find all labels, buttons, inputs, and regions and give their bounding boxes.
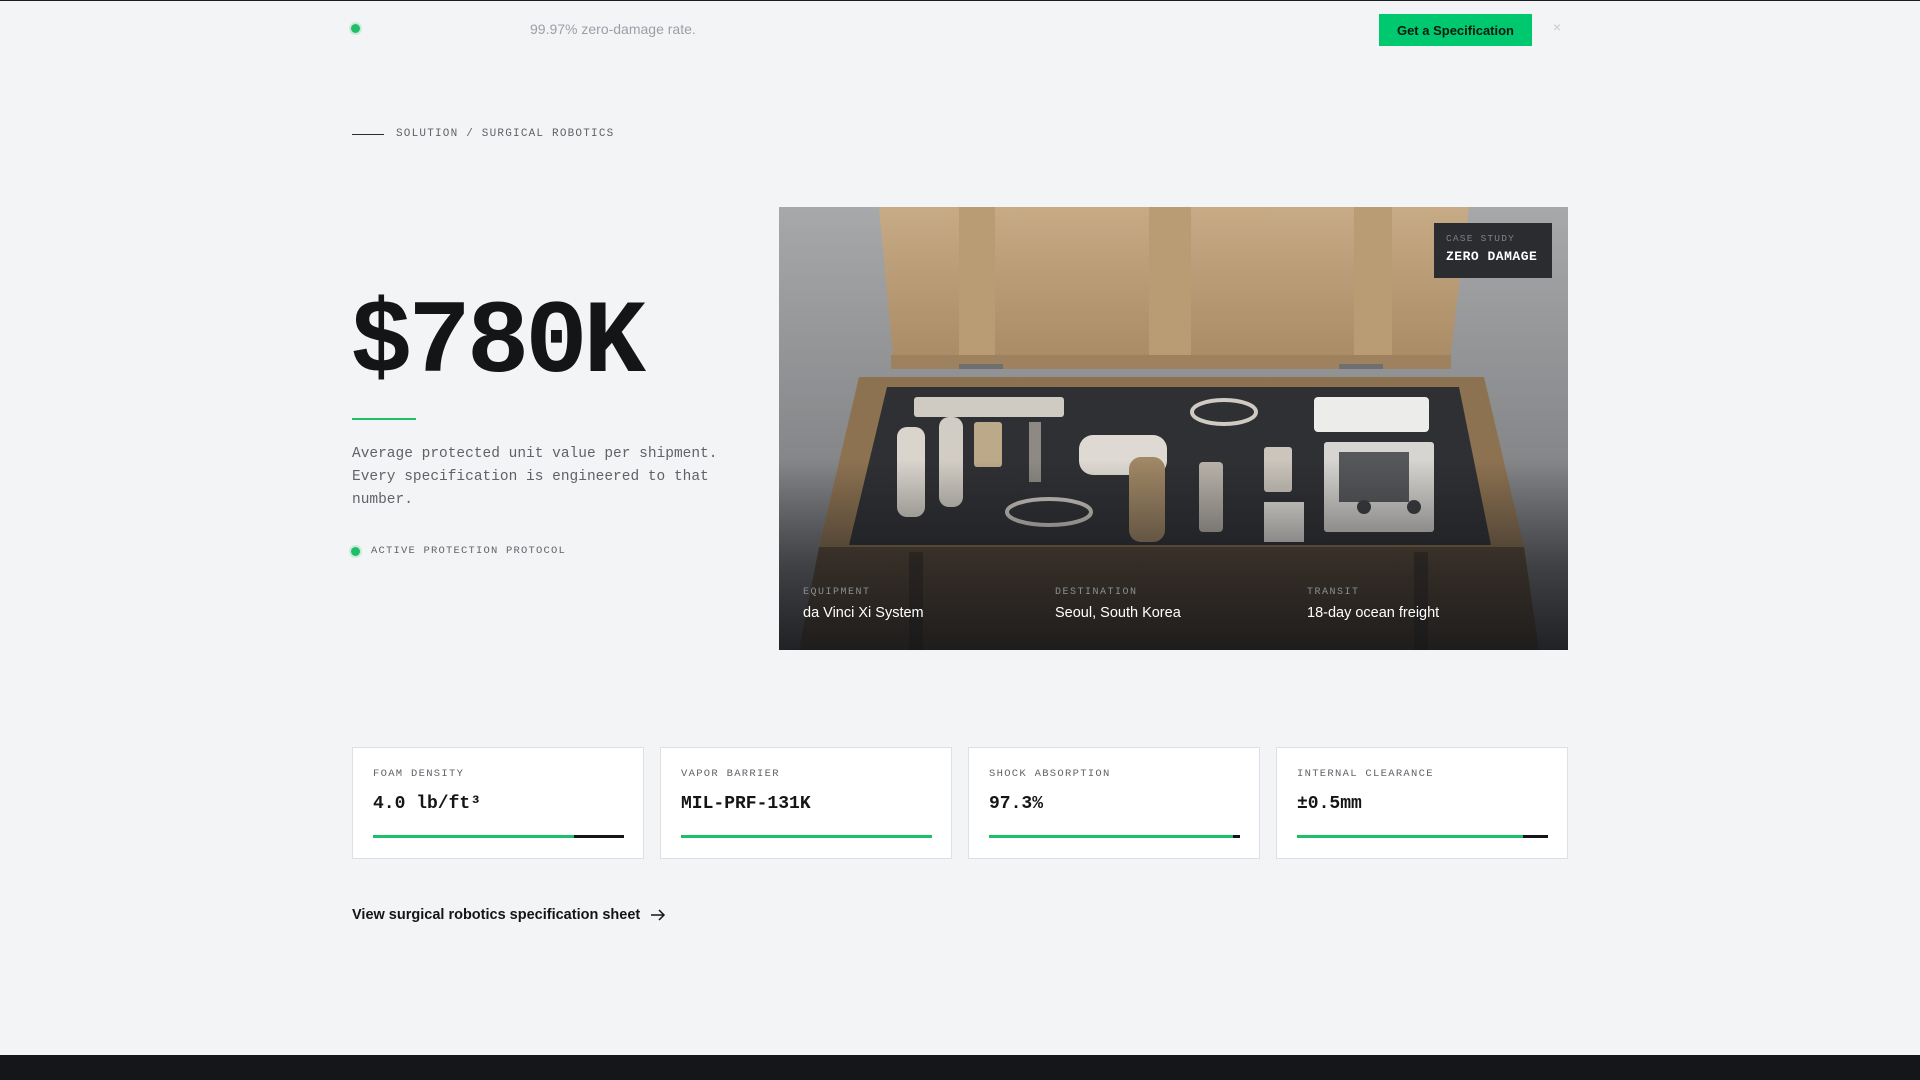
spec-progress-track [373, 835, 624, 838]
protection-status-label: ACTIVE PROTECTION PROTOCOL [371, 545, 567, 557]
spec-label: SHOCK ABSORPTION [989, 768, 1111, 780]
breadcrumb: SOLUTION / SURGICAL ROBOTICS [352, 128, 614, 140]
spec-progress-fill [681, 835, 932, 838]
spec-label: FOAM DENSITY [373, 768, 465, 780]
meta-equipment: EQUIPMENT da Vinci Xi System [803, 587, 1055, 621]
spec-card-vapor-barrier: VAPOR BARRIER MIL-PRF-131K [660, 747, 952, 859]
spec-progress-track [1297, 835, 1548, 838]
accent-divider [352, 418, 416, 420]
spec-card-shock-absorption: SHOCK ABSORPTION 97.3% [968, 747, 1260, 859]
spec-value: 97.3% [989, 794, 1044, 814]
spec-progress-fill [989, 835, 1234, 838]
spec-value: 4.0 lb/ft³ [373, 794, 482, 814]
badge-label: CASE STUDY [1446, 233, 1516, 244]
spec-progress-fill [1297, 835, 1523, 838]
hero-stat-description: Average protected unit value per shipmen… [352, 446, 718, 508]
spec-sheet-link-label: View surgical robotics specification she… [352, 907, 641, 923]
hero-stat-value: $780K [350, 285, 646, 403]
spec-progress-fill [373, 835, 574, 838]
meta-key: TRANSIT [1307, 587, 1360, 598]
case-study-meta: EQUIPMENT da Vinci Xi System DESTINATION… [803, 587, 1563, 621]
arrow-right-icon [651, 909, 666, 921]
image-gradient-overlay [779, 460, 1568, 650]
badge-title: ZERO DAMAGE [1446, 249, 1538, 264]
meta-value: Seoul, South Korea [1055, 605, 1181, 621]
spec-cards: FOAM DENSITY 4.0 lb/ft³ VAPOR BARRIER MI… [352, 747, 1568, 859]
footer-strip [0, 1055, 1920, 1080]
spec-label: INTERNAL CLEARANCE [1297, 768, 1434, 780]
case-study-badge: CASE STUDY ZERO DAMAGE [1434, 223, 1552, 278]
spec-label: VAPOR BARRIER [681, 768, 780, 780]
protection-status: ACTIVE PROTECTION PROTOCOL [351, 545, 566, 557]
spec-card-internal-clearance: INTERNAL CLEARANCE ±0.5mm [1276, 747, 1568, 859]
status-dot-icon [351, 546, 360, 556]
announcement-bar: 99.97% zero-damage rate. Get a Specifica… [0, 1, 1920, 57]
status-dot-icon [351, 24, 360, 33]
meta-transit: TRANSIT 18-day ocean freight [1307, 587, 1559, 621]
announcement-message: 99.97% zero-damage rate. [530, 21, 696, 37]
meta-destination: DESTINATION Seoul, South Korea [1055, 587, 1307, 621]
meta-key: EQUIPMENT [803, 587, 871, 598]
meta-value: da Vinci Xi System [803, 605, 924, 621]
case-study-image: CASE STUDY ZERO DAMAGE EQUIPMENT da Vinc… [779, 207, 1568, 650]
spec-value: MIL-PRF-131K [681, 794, 811, 814]
spec-progress-track [681, 835, 932, 838]
spec-value: ±0.5mm [1297, 794, 1362, 814]
get-specification-button[interactable]: Get a Specification [1379, 14, 1532, 46]
spec-progress-track [989, 835, 1240, 838]
close-icon[interactable]: × [1550, 20, 1564, 34]
meta-value: 18-day ocean freight [1307, 605, 1440, 621]
meta-key: DESTINATION [1055, 587, 1138, 598]
breadcrumb-rule [352, 133, 384, 135]
spec-card-foam-density: FOAM DENSITY 4.0 lb/ft³ [352, 747, 644, 859]
breadcrumb-text: SOLUTION / SURGICAL ROBOTICS [396, 128, 615, 140]
spec-sheet-link[interactable]: View surgical robotics specification she… [352, 907, 666, 923]
